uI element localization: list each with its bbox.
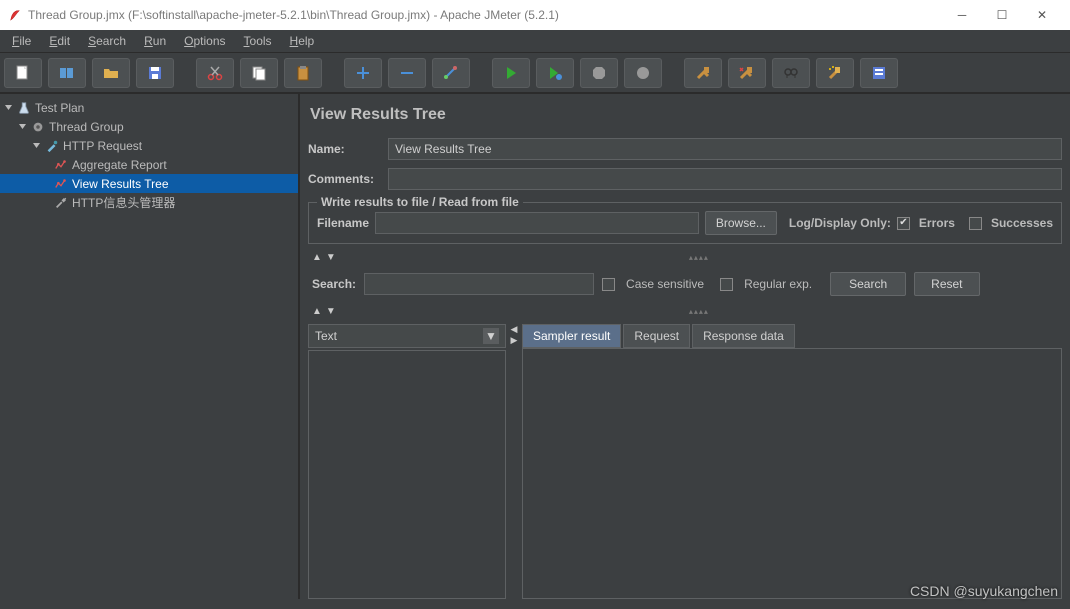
clear-button[interactable] [684,58,722,88]
search-input[interactable] [364,273,594,295]
new-button[interactable] [4,58,42,88]
filename-label: Filename [317,216,369,230]
shutdown-button[interactable] [624,58,662,88]
successes-label: Successes [991,216,1053,230]
menubar: File Edit Search Run Options Tools Help [0,30,1070,52]
app-icon [8,8,22,22]
collapse-bar-2[interactable]: ▲ ▼ ▴▴▴▴ [308,306,1062,316]
tree-node-threadgroup[interactable]: Thread Group [0,117,298,136]
triangle-up-icon: ▲ [312,306,322,317]
triangle-left-icon: ◀ [511,324,518,335]
tree-node-httprequest[interactable]: HTTP Request [0,136,298,155]
chevron-down-icon [18,122,27,131]
pane-title: View Results Tree [310,106,1062,124]
chevron-down-icon [4,103,13,112]
renderer-selected: Text [315,329,337,343]
search-button[interactable]: Search [830,272,906,296]
browse-button[interactable]: Browse... [705,211,777,235]
chart-icon [53,176,69,192]
name-input[interactable] [388,138,1062,160]
function-helper-button[interactable] [860,58,898,88]
expand-button[interactable] [344,58,382,88]
dropper-icon [44,138,60,154]
minimize-button[interactable]: ─ [942,0,982,30]
search-row: Search: Case sensitive Regular exp. Sear… [308,270,1062,298]
paste-button[interactable] [284,58,322,88]
tree-node-testplan[interactable]: Test Plan [0,98,298,117]
stop-button[interactable] [580,58,618,88]
window-titlebar: Thread Group.jmx (F:\softinstall\apache-… [0,0,1070,30]
menu-edit[interactable]: Edit [41,32,78,50]
save-button[interactable] [136,58,174,88]
tab-request[interactable]: Request [623,324,690,348]
chevron-down-icon: ▼ [483,328,499,344]
search-tree-button[interactable] [772,58,810,88]
results-tree[interactable] [308,350,506,599]
cut-button[interactable] [196,58,234,88]
collapse-bar-1[interactable]: ▲ ▼ ▴▴▴▴ [308,252,1062,262]
regex-label: Regular exp. [744,277,812,291]
errors-checkbox[interactable] [897,217,910,230]
templates-button[interactable] [48,58,86,88]
start-no-pause-button[interactable] [536,58,574,88]
tree-node-viewresults[interactable]: View Results Tree [0,174,298,193]
successes-checkbox[interactable] [969,217,982,230]
logdisplay-label: Log/Display Only: [789,216,891,230]
clear-all-button[interactable] [728,58,766,88]
start-button[interactable] [492,58,530,88]
watermark: CSDN @suyukangchen [910,583,1058,599]
close-button[interactable]: ✕ [1022,0,1062,30]
test-plan-tree[interactable]: Test Plan Thread Group HTTP Request Aggr… [0,94,300,599]
open-button[interactable] [92,58,130,88]
beaker-icon [16,100,32,116]
regex-checkbox[interactable] [720,278,733,291]
grip-icon: ▴▴▴▴ [336,307,1062,316]
case-sensitive-checkbox[interactable] [602,278,615,291]
triangle-down-icon: ▼ [326,306,336,317]
case-sensitive-label: Case sensitive [626,277,704,291]
errors-label: Errors [919,216,955,230]
tree-node-httpheader[interactable]: HTTP信息头管理器 [0,193,298,212]
collapse-button[interactable] [388,58,426,88]
toolbar [0,52,1070,94]
result-detail-body [522,348,1062,599]
menu-search[interactable]: Search [80,32,134,50]
result-tabs: Sampler result Request Response data [522,324,1062,348]
menu-file[interactable]: File [4,32,39,50]
triangle-right-icon: ▶ [511,335,518,346]
comments-input[interactable] [388,168,1062,190]
vertical-splitter[interactable]: ◀ ▶ [510,324,518,599]
tree-node-aggregate[interactable]: Aggregate Report [0,155,298,174]
reset-button[interactable]: Reset [914,272,979,296]
menu-run[interactable]: Run [136,32,174,50]
write-results-fieldset: Write results to file / Read from file F… [308,202,1062,244]
details-pane: View Results Tree Name: Comments: Write … [300,94,1070,599]
triangle-up-icon: ▲ [312,252,322,263]
wrench-icon [53,195,69,211]
write-results-legend: Write results to file / Read from file [317,195,523,209]
window-title: Thread Group.jmx (F:\softinstall\apache-… [28,8,559,22]
chart-icon [53,157,69,173]
tab-response-data[interactable]: Response data [692,324,795,348]
renderer-combo[interactable]: Text ▼ [308,324,506,348]
gear-icon [30,119,46,135]
grip-icon: ▴▴▴▴ [336,253,1062,262]
comments-label: Comments: [308,172,380,186]
triangle-down-icon: ▼ [326,252,336,263]
filename-input[interactable] [375,212,699,234]
reset-search-button[interactable] [816,58,854,88]
chevron-down-icon [32,141,41,150]
search-label: Search: [312,277,356,291]
tab-sampler-result[interactable]: Sampler result [522,324,621,348]
menu-tools[interactable]: Tools [236,32,280,50]
maximize-button[interactable]: ☐ [982,0,1022,30]
copy-button[interactable] [240,58,278,88]
name-label: Name: [308,142,380,156]
toggle-button[interactable] [432,58,470,88]
menu-options[interactable]: Options [176,32,233,50]
menu-help[interactable]: Help [282,32,323,50]
